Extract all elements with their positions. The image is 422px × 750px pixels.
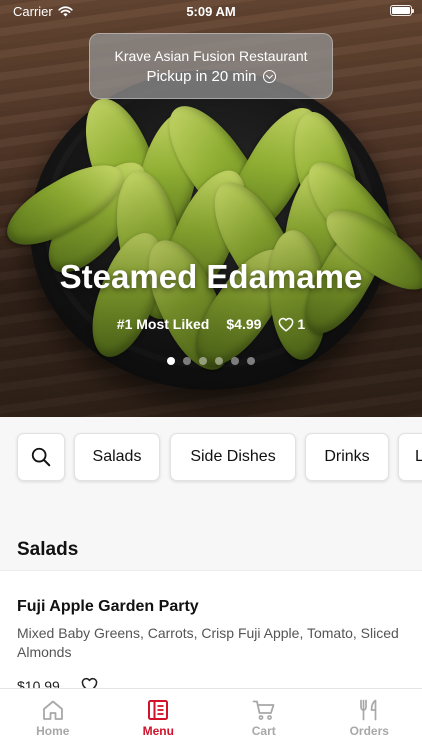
tab-cart[interactable]: Cart [211, 689, 317, 750]
category-chip-next[interactable]: L [398, 433, 422, 481]
home-icon [42, 700, 63, 720]
featured-dish-banner[interactable]: Carrier 5:09 AM Krave Asian Fusion Resta… [0, 0, 422, 417]
restaurant-pickup-selector[interactable]: Krave Asian Fusion Restaurant Pickup in … [89, 33, 333, 99]
cart-icon [252, 700, 275, 720]
featured-dish-meta: #1 Most Liked $4.99 1 [0, 316, 422, 332]
pickup-time: Pickup in 20 min [90, 68, 332, 85]
carousel-dot[interactable] [247, 357, 255, 365]
restaurant-name: Krave Asian Fusion Restaurant [114, 48, 308, 64]
battery-icon [390, 5, 414, 16]
rank-label: #1 Most Liked [116, 316, 210, 332]
tab-home[interactable]: Home [0, 689, 106, 750]
category-chip-salads[interactable]: Salads [74, 433, 160, 481]
carousel-dot[interactable] [231, 357, 239, 365]
search-icon [31, 447, 51, 467]
menu-item-card[interactable]: Fuji Apple Garden Party Mixed Baby Green… [0, 570, 422, 700]
search-button[interactable] [17, 433, 65, 481]
category-chip-drinks[interactable]: Drinks [305, 433, 389, 481]
bottom-tab-bar: Home Menu Cart Orders [0, 688, 422, 750]
section-title: Salads [17, 539, 79, 560]
carousel-dot[interactable] [199, 357, 207, 365]
tab-orders[interactable]: Orders [317, 689, 422, 750]
menu-icon [148, 700, 169, 720]
featured-likes[interactable]: 1 [278, 316, 305, 332]
tab-menu[interactable]: Menu [106, 689, 212, 750]
category-bar[interactable]: Salads Side Dishes Drinks L [0, 417, 422, 497]
carousel-page-indicator[interactable] [0, 357, 422, 365]
chevron-down-circle-icon [262, 70, 276, 83]
fork-knife-icon [360, 699, 377, 721]
carousel-dot[interactable] [215, 357, 223, 365]
status-bar: Carrier 5:09 AM [0, 0, 422, 22]
app-screen: Carrier 5:09 AM Krave Asian Fusion Resta… [0, 0, 422, 750]
featured-dish-title: Steamed Edamame [59, 258, 363, 295]
category-chip-side-dishes[interactable]: Side Dishes [170, 433, 296, 481]
menu-item-description: Mixed Baby Greens, Carrots, Crisp Fuji A… [17, 625, 399, 660]
menu-item-name: Fuji Apple Garden Party [17, 598, 199, 615]
carousel-dot[interactable] [183, 357, 191, 365]
carousel-dot[interactable] [167, 357, 175, 365]
heart-icon [279, 317, 294, 332]
clock: 5:09 AM [186, 4, 236, 19]
featured-price: $4.99 [226, 316, 262, 332]
